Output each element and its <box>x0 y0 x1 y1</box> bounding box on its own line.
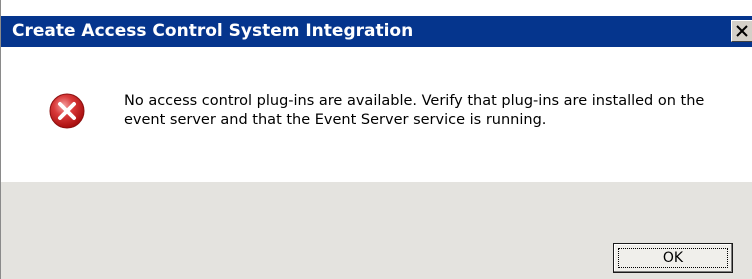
ok-button[interactable]: OK <box>613 243 733 273</box>
error-icon <box>49 93 85 129</box>
title-bar[interactable]: Create Access Control System Integration <box>1 16 752 47</box>
close-icon <box>736 25 748 37</box>
button-bar: OK <box>1 182 752 279</box>
ok-button-label: OK <box>618 248 728 268</box>
dialog-window: Create Access Control System Integration <box>0 0 752 279</box>
error-message: No access control plug-ins are available… <box>124 93 705 128</box>
window-title: Create Access Control System Integration <box>12 21 414 41</box>
close-button[interactable] <box>731 20 752 42</box>
dialog-content: No access control plug-ins are available… <box>1 47 752 182</box>
